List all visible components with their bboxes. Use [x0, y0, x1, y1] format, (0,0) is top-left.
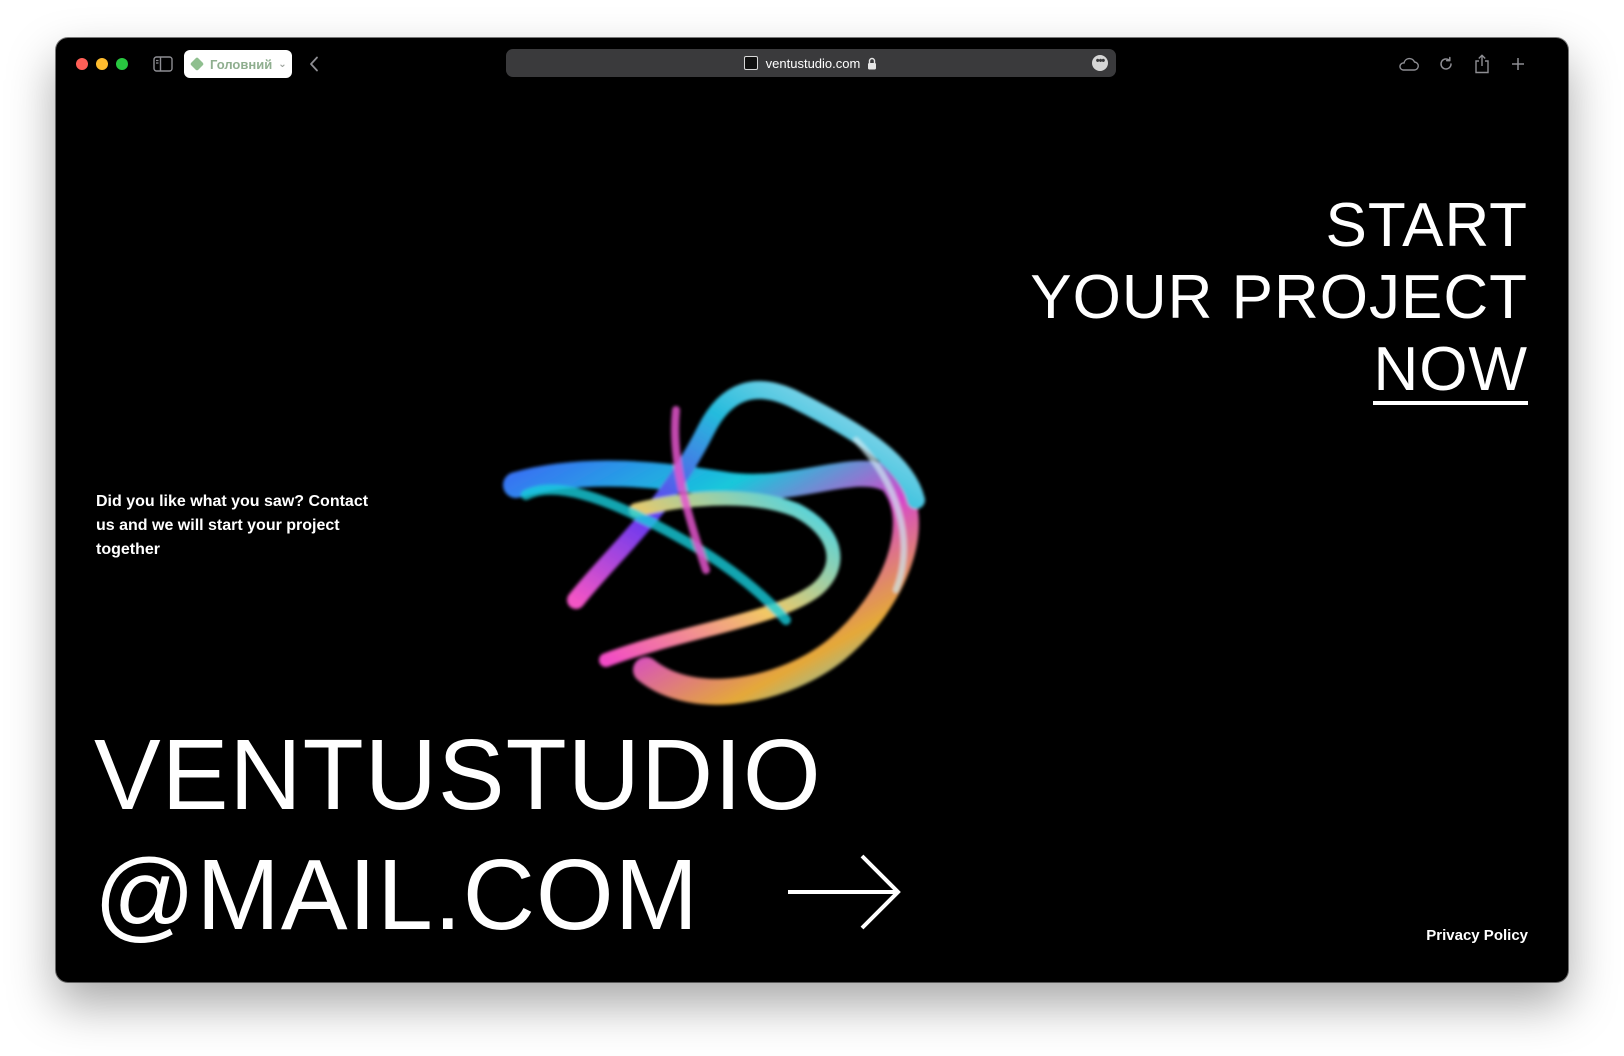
cloud-icon	[1399, 57, 1419, 71]
privacy-policy-link[interactable]: Privacy Policy	[1426, 927, 1528, 944]
arrow-right-icon	[788, 854, 901, 930]
send-email-arrow-button[interactable]	[786, 852, 906, 932]
reload-button[interactable]	[1434, 52, 1458, 76]
plus-icon	[1512, 58, 1524, 70]
browser-toolbar: Головний ⌄ ventustudio.com •••	[56, 38, 1568, 90]
chevron-left-icon	[310, 56, 318, 72]
email-line-2: @MAIL.COM	[94, 839, 699, 951]
ellipsis-icon[interactable]: •••	[1092, 55, 1108, 71]
browser-window: Головний ⌄ ventustudio.com ••• START YOU…	[56, 38, 1568, 982]
new-tab-button[interactable]	[1506, 52, 1530, 76]
reload-icon	[1440, 56, 1452, 70]
back-button[interactable]	[304, 52, 324, 76]
maximize-window-button[interactable]	[116, 58, 128, 70]
icloud-tabs-button[interactable]	[1396, 52, 1420, 76]
minimize-window-button[interactable]	[96, 58, 108, 70]
tab-group-button[interactable]: Головний ⌄	[184, 50, 292, 78]
email-line-1: VENTUSTUDIO	[94, 719, 822, 831]
page-content: START YOUR PROJECT NOW Did you like what…	[56, 90, 1568, 982]
chevron-down-icon: ⌄	[278, 58, 287, 70]
share-button[interactable]	[1470, 52, 1494, 76]
lock-icon	[866, 56, 878, 70]
cta-now-link[interactable]: NOW	[1373, 339, 1528, 405]
sidebar-icon	[153, 56, 173, 72]
close-window-button[interactable]	[76, 58, 88, 70]
address-bar[interactable]: ventustudio.com •••	[506, 49, 1116, 77]
intro-text: Did you like what you saw? Contact us an…	[96, 493, 369, 558]
address-text: ventustudio.com	[765, 55, 861, 71]
share-icon	[1475, 54, 1489, 74]
sidebar-toggle-button[interactable]	[152, 54, 174, 74]
cta-heading: START YOUR PROJECT NOW	[1030, 190, 1528, 406]
email-link[interactable]: VENTUSTUDIO @MAIL.COM	[94, 715, 822, 955]
tab-group-icon	[189, 56, 205, 72]
tab-group-label: Головний	[210, 56, 273, 72]
cta-line-start: START	[1325, 191, 1528, 260]
cta-line-your-project: YOUR PROJECT	[1030, 263, 1528, 332]
iridescent-swirl-image	[503, 381, 925, 705]
site-favicon-icon	[743, 56, 758, 70]
